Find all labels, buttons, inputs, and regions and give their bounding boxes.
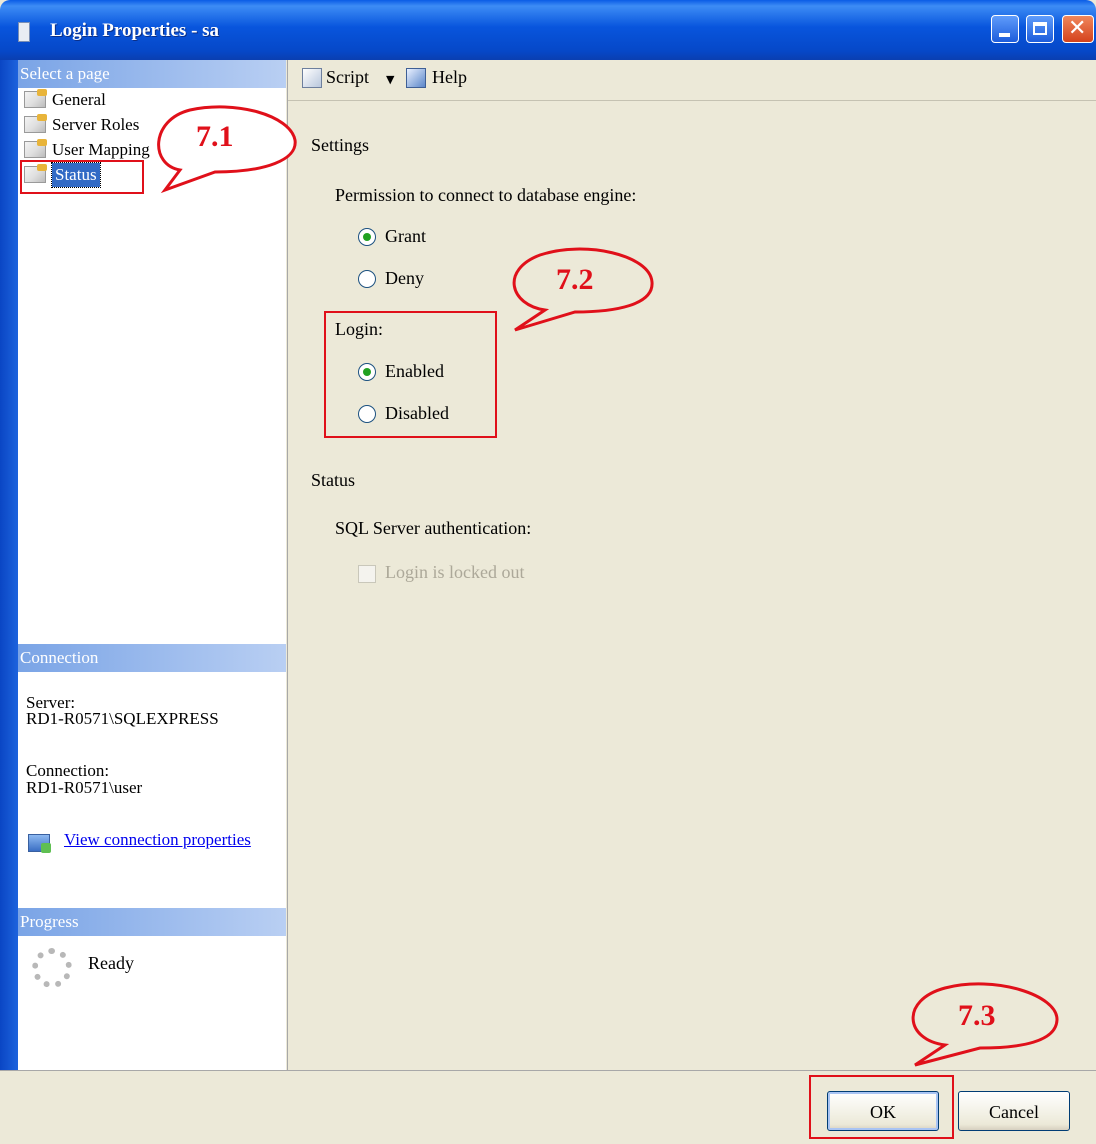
annotation-layer — [157, 105, 1059, 1067]
callout-label-2: 7.2 — [556, 263, 594, 296]
callout-label-1: 7.1 — [196, 120, 234, 153]
callout-label-3: 7.3 — [958, 999, 996, 1032]
login-properties-window: Login Properties - sa ✕ Select a page Ge… — [0, 0, 1096, 1144]
